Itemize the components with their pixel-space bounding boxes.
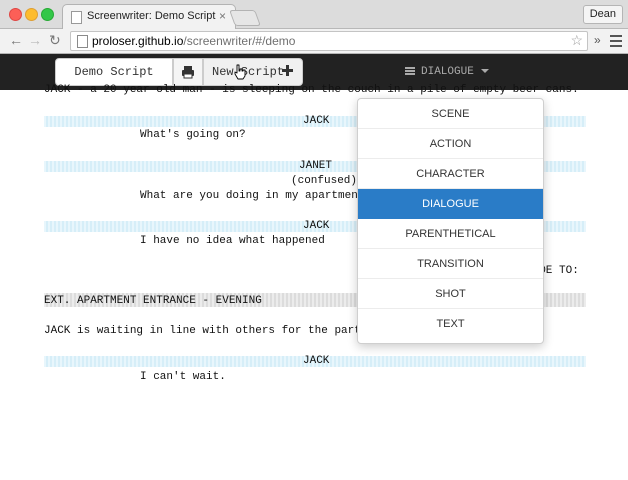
character-line[interactable]: JACK	[303, 220, 329, 232]
bookmark-star-icon[interactable]: ☆	[570, 32, 583, 49]
element-type-dropdown: SCENE ACTION CHARACTER DIALOGUE PARENTHE…	[357, 98, 544, 344]
dialogue-line[interactable]: I can't wait.	[140, 371, 226, 383]
dropdown-item-action[interactable]: ACTION	[358, 129, 543, 159]
dropdown-item-text[interactable]: TEXT	[358, 309, 543, 339]
dropdown-item-scene[interactable]: SCENE	[358, 99, 543, 129]
print-button[interactable]	[173, 58, 203, 86]
browser-menu-icon[interactable]	[610, 35, 622, 50]
new-script-label: New Script	[212, 65, 285, 79]
dialogue-line[interactable]: I have no idea what happened	[140, 235, 325, 247]
new-script-button[interactable]: New Script	[203, 58, 303, 86]
new-tab-button[interactable]	[229, 10, 261, 26]
url-path: /screenwriter/#/demo	[183, 34, 296, 48]
action-line[interactable]: JACK is waiting in line with others for …	[44, 325, 367, 337]
dropdown-item-shot[interactable]: SHOT	[358, 279, 543, 309]
parenthetical-line[interactable]: (confused)	[291, 175, 357, 187]
window-minimize-button[interactable]	[25, 8, 38, 21]
dropdown-item-dialogue[interactable]: DIALOGUE	[358, 189, 543, 219]
dialogue-line[interactable]: What are you doing in my apartment	[140, 190, 364, 202]
dropdown-item-character[interactable]: CHARACTER	[358, 159, 543, 189]
extensions-chevron-icon[interactable]: »	[594, 33, 601, 47]
forward-icon[interactable]: →	[28, 32, 42, 48]
dialogue-line[interactable]: What's going on?	[140, 129, 246, 141]
window-zoom-button[interactable]	[41, 8, 54, 21]
page-icon	[77, 35, 88, 48]
plus-icon	[282, 65, 293, 76]
url-input[interactable]: proloser.github.io/screenwriter/#/demo ☆	[70, 31, 588, 51]
tab-title: Screenwriter: Demo Script	[87, 10, 216, 22]
dropdown-item-parenthetical[interactable]: PARENTHETICAL	[358, 219, 543, 249]
character-line[interactable]: JANET	[299, 160, 332, 172]
reload-icon[interactable]: ↻	[49, 32, 61, 49]
address-bar: ← → ↻ proloser.github.io/screenwriter/#/…	[0, 29, 628, 54]
profile-button[interactable]: Dean	[582, 5, 623, 24]
back-icon[interactable]: ←	[9, 32, 23, 48]
list-icon	[405, 66, 415, 76]
browser-tab-bar: Screenwriter: Demo Script × Dean	[0, 0, 628, 29]
element-type-label: DIALOGUE	[421, 66, 474, 78]
hand-cursor-icon	[234, 64, 246, 80]
window-close-button[interactable]	[9, 8, 22, 21]
element-type-select[interactable]: DIALOGUE	[405, 64, 489, 80]
url-host: proloser.github.io	[92, 34, 184, 48]
page-icon	[71, 11, 82, 24]
action-line[interactable]: JACK - a 20 year old man - is sleeping o…	[44, 84, 579, 96]
caret-down-icon	[480, 69, 489, 74]
character-line[interactable]: JACK	[303, 355, 329, 367]
url-text: proloser.github.io/screenwriter/#/demo	[92, 34, 295, 48]
scene-heading-line[interactable]: EXT. APARTMENT ENTRANCE - EVENING	[44, 295, 262, 307]
browser-tab[interactable]: Screenwriter: Demo Script ×	[62, 4, 236, 29]
tab-close-icon[interactable]: ×	[219, 9, 226, 23]
script-title-input[interactable]: Demo Script	[55, 58, 173, 86]
print-icon	[182, 66, 194, 79]
dropdown-item-transition[interactable]: TRANSITION	[358, 249, 543, 279]
character-line[interactable]: JACK	[303, 115, 329, 127]
